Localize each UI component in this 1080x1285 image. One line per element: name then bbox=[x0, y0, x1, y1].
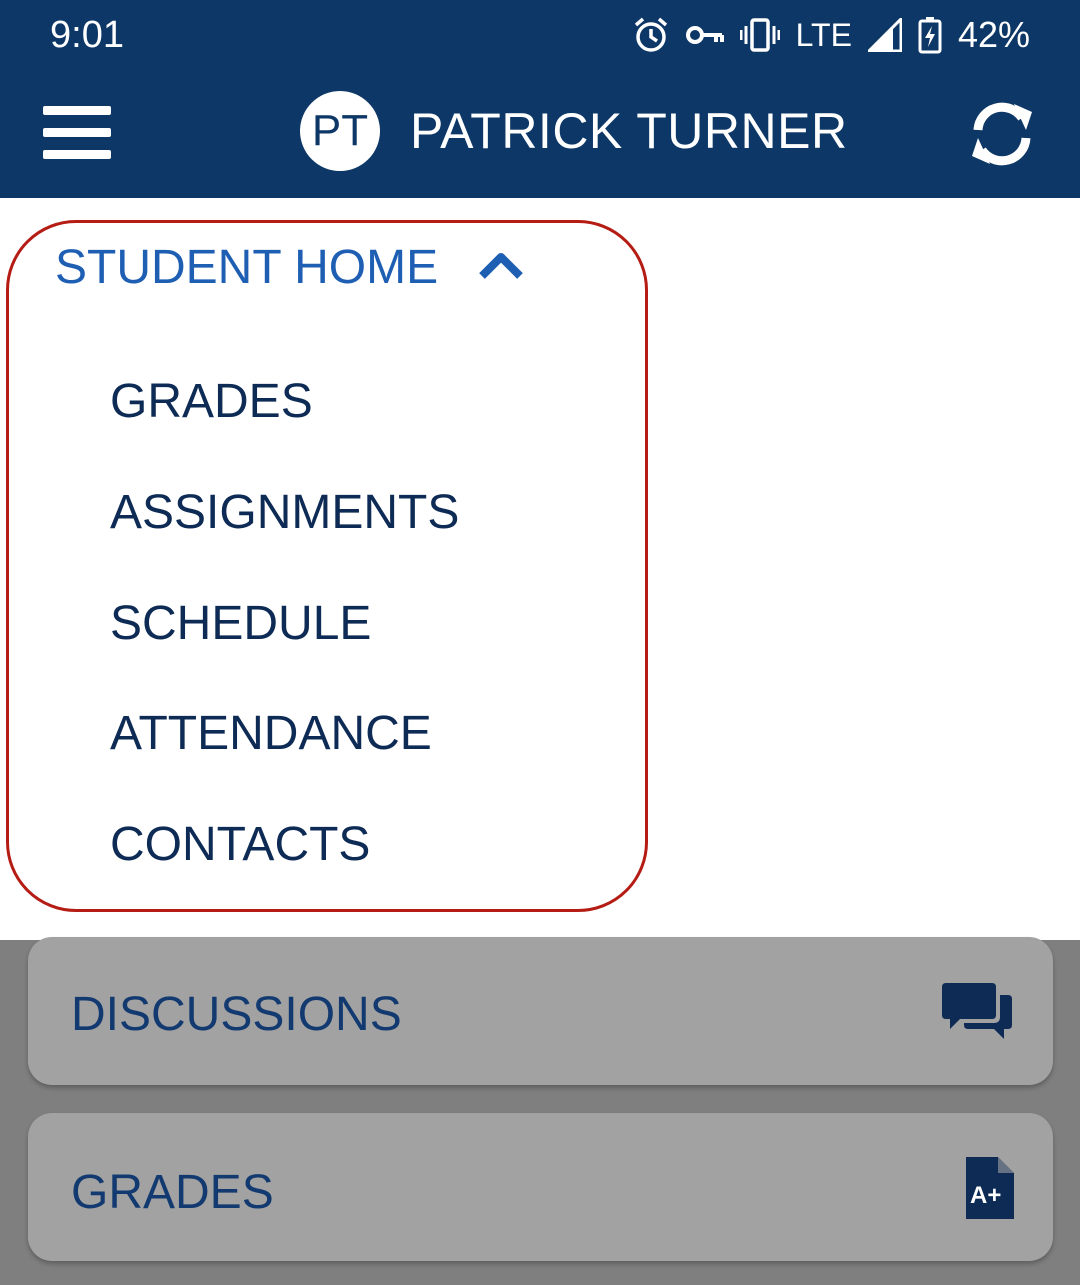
card-label: DISCUSSIONS bbox=[71, 988, 402, 1041]
battery-percent: 42% bbox=[957, 14, 1030, 55]
chevron-up-icon bbox=[478, 250, 524, 285]
hamburger-menu-icon[interactable] bbox=[43, 106, 111, 160]
grade-document-icon: A+ bbox=[966, 1157, 1014, 1224]
menu-item-grades[interactable]: GRADES bbox=[110, 374, 313, 429]
card-label: GRADES bbox=[71, 1166, 274, 1219]
battery-charging-icon bbox=[918, 16, 942, 54]
status-bar: 9:01 LTE 42% bbox=[0, 0, 1080, 70]
highlight-outline bbox=[6, 220, 648, 912]
refresh-icon[interactable] bbox=[966, 98, 1038, 170]
menu-item-attendance[interactable]: ATTENDANCE bbox=[110, 706, 432, 761]
menu-item-contacts[interactable]: CONTACTS bbox=[110, 817, 370, 872]
chat-bubbles-icon bbox=[942, 979, 1014, 1048]
student-home-menu: STUDENT HOME GRADES ASSIGNMENTS SCHEDULE… bbox=[0, 198, 1080, 940]
student-home-toggle[interactable]: STUDENT HOME bbox=[55, 240, 524, 295]
vpn-key-icon bbox=[685, 23, 724, 47]
user-name: PATRICK TURNER bbox=[410, 103, 848, 159]
section-title: STUDENT HOME bbox=[55, 241, 439, 294]
alarm-icon bbox=[632, 16, 670, 54]
app-header: PT PATRICK TURNER bbox=[0, 70, 1080, 198]
avatar[interactable]: PT bbox=[300, 91, 380, 171]
menu-item-assignments[interactable]: ASSIGNMENTS bbox=[110, 485, 459, 540]
vibrate-icon bbox=[739, 18, 780, 52]
menu-item-schedule[interactable]: SCHEDULE bbox=[110, 596, 371, 651]
grades-card[interactable]: GRADES A+ bbox=[28, 1113, 1053, 1261]
discussions-card[interactable]: DISCUSSIONS bbox=[28, 937, 1053, 1085]
user-header: PT PATRICK TURNER bbox=[300, 90, 848, 172]
status-icons: LTE 42% bbox=[632, 14, 1030, 56]
network-type: LTE bbox=[795, 16, 852, 53]
status-time: 9:01 bbox=[50, 13, 124, 56]
svg-text:A+: A+ bbox=[970, 1182, 1001, 1209]
signal-icon bbox=[867, 18, 902, 52]
